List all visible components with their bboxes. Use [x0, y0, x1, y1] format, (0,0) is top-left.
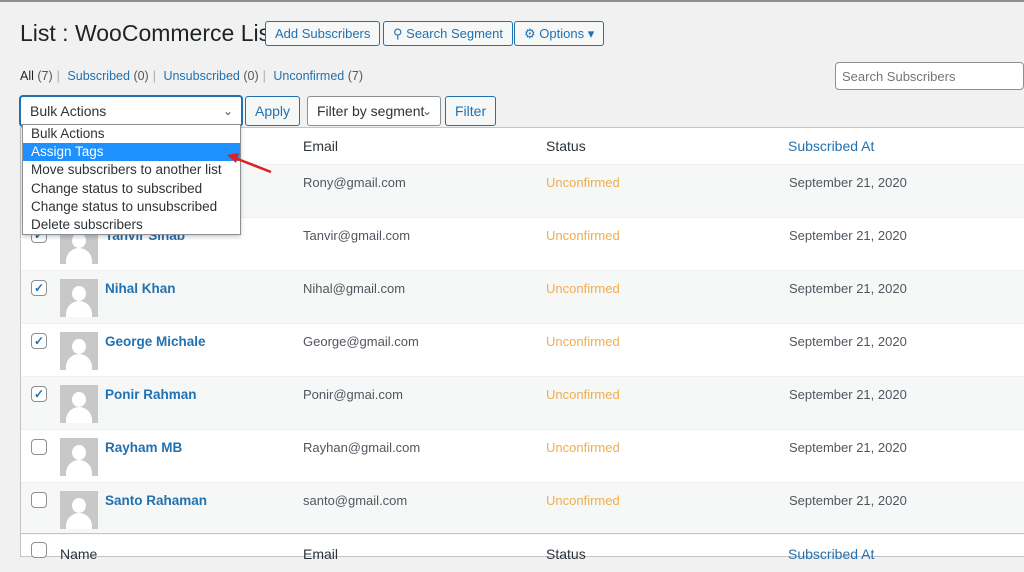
view-all[interactable]: All — [20, 69, 34, 83]
table-row: Rayham MB Rayhan@gmail.com Unconfirmed S… — [21, 429, 1024, 482]
avatar — [60, 491, 98, 529]
footer-column-email: Email — [303, 546, 339, 562]
table-footer: Name Email Status Subscribed At — [21, 533, 1024, 563]
search-icon: ⚲ — [393, 26, 403, 41]
subscribed-date: September 21, 2020 — [789, 334, 907, 349]
caret-down-icon: ▾ — [587, 26, 595, 41]
subscriber-email: Tanvir@gmail.com — [303, 228, 411, 243]
dropdown-option[interactable]: Assign Tags — [23, 143, 240, 162]
column-status: Status — [546, 138, 586, 154]
avatar — [60, 279, 98, 317]
dropdown-option[interactable]: Change status to unsubscribed — [23, 198, 240, 216]
subscribed-date: September 21, 2020 — [789, 440, 907, 455]
status-badge: Unconfirmed — [546, 440, 620, 455]
search-segment-button[interactable]: ⚲ Search Segment — [383, 21, 513, 46]
table-row: Santo Rahaman santo@gmail.com Unconfirme… — [21, 482, 1024, 535]
table-row: ✓ George Michale George@gmail.com Unconf… — [21, 323, 1024, 376]
search-subscribers-input[interactable] — [835, 62, 1024, 90]
subscriber-name[interactable]: Rayham MB — [105, 440, 182, 455]
apply-button[interactable]: Apply — [245, 96, 301, 126]
subscriber-email: Ponir@gmai.com — [303, 387, 403, 402]
subscribed-date: September 21, 2020 — [789, 281, 907, 296]
row-checkbox[interactable] — [31, 492, 47, 508]
subscriber-name[interactable]: Santo Rahaman — [105, 493, 207, 508]
avatar — [60, 332, 98, 370]
select-all-checkbox[interactable] — [31, 542, 47, 558]
subscribed-date: September 21, 2020 — [789, 387, 907, 402]
gear-icon: ⚙ — [524, 26, 536, 41]
row-checkbox[interactable]: ✓ — [31, 280, 47, 296]
subscriber-name[interactable]: Ponir Rahman — [105, 387, 197, 402]
status-badge: Unconfirmed — [546, 334, 620, 349]
status-badge: Unconfirmed — [546, 281, 620, 296]
column-email: Email — [303, 138, 339, 154]
bulk-actions-select[interactable]: Bulk Actions ⌄ — [20, 96, 242, 126]
page-title: List : WooCommerce List — [20, 20, 277, 46]
filter-button[interactable]: Filter — [445, 96, 497, 126]
dropdown-option[interactable]: Bulk Actions — [23, 125, 240, 143]
dropdown-option[interactable]: Move subscribers to another list — [23, 161, 240, 179]
red-arrow-annotation — [227, 153, 272, 174]
subscriber-email: Rony@gmail.com — [303, 175, 406, 190]
avatar — [60, 385, 98, 423]
subscribed-date: September 21, 2020 — [789, 228, 907, 243]
bulk-actions-dropdown: Bulk Actions Assign Tags Move subscribers … — [22, 124, 241, 235]
avatar — [60, 438, 98, 476]
footer-column-name: Name — [60, 546, 98, 562]
footer-column-status: Status — [546, 546, 586, 562]
status-views: All (7) | Subscribed (0) | Unsubscribed (0… — [20, 69, 364, 83]
chevron-down-icon: ⌄ — [222, 104, 233, 118]
status-badge: Unconfirmed — [546, 175, 620, 190]
table-row: ✓ Nihal Khan Nihal@gmail.com Unconfirmed… — [21, 270, 1024, 323]
subscriber-email: George@gmail.com — [303, 334, 419, 349]
column-subscribed-at[interactable]: Subscribed At — [788, 128, 874, 164]
subscriber-email: Nihal@gmail.com — [303, 281, 406, 296]
chevron-down-icon: ⌄ — [421, 104, 432, 118]
add-subscribers-button[interactable]: Add Subscribers — [265, 21, 381, 46]
view-subscribed[interactable]: Subscribed — [67, 69, 130, 83]
table-row: ✓ Ponir Rahman Ponir@gmai.com Unconfirme… — [21, 376, 1024, 429]
row-checkbox[interactable] — [31, 439, 47, 455]
subscriber-name[interactable]: Nihal Khan — [105, 281, 176, 296]
row-checkbox[interactable]: ✓ — [31, 386, 47, 402]
dropdown-option[interactable]: Delete subscribers — [23, 216, 240, 234]
top-border — [0, 0, 1024, 2]
subscriber-email: Rayhan@gmail.com — [303, 440, 421, 455]
row-checkbox[interactable]: ✓ — [31, 333, 47, 349]
view-unconfirmed[interactable]: Unconfirmed — [273, 69, 344, 83]
subscriber-email: santo@gmail.com — [303, 493, 408, 508]
status-badge: Unconfirmed — [546, 387, 620, 402]
status-badge: Unconfirmed — [546, 228, 620, 243]
dropdown-option[interactable]: Change status to subscribed — [23, 180, 240, 198]
subscriber-name[interactable]: George Michale — [105, 334, 206, 349]
options-button[interactable]: ⚙ Options ▾ — [514, 21, 605, 46]
subscribed-date: September 21, 2020 — [789, 493, 907, 508]
segment-select[interactable]: Filter by segment ⌄ — [307, 96, 441, 126]
footer-column-subscribed-at[interactable]: Subscribed At — [788, 536, 874, 572]
view-unsubscribed[interactable]: Unsubscribed — [163, 69, 239, 83]
subscribed-date: September 21, 2020 — [789, 175, 907, 190]
status-badge: Unconfirmed — [546, 493, 620, 508]
